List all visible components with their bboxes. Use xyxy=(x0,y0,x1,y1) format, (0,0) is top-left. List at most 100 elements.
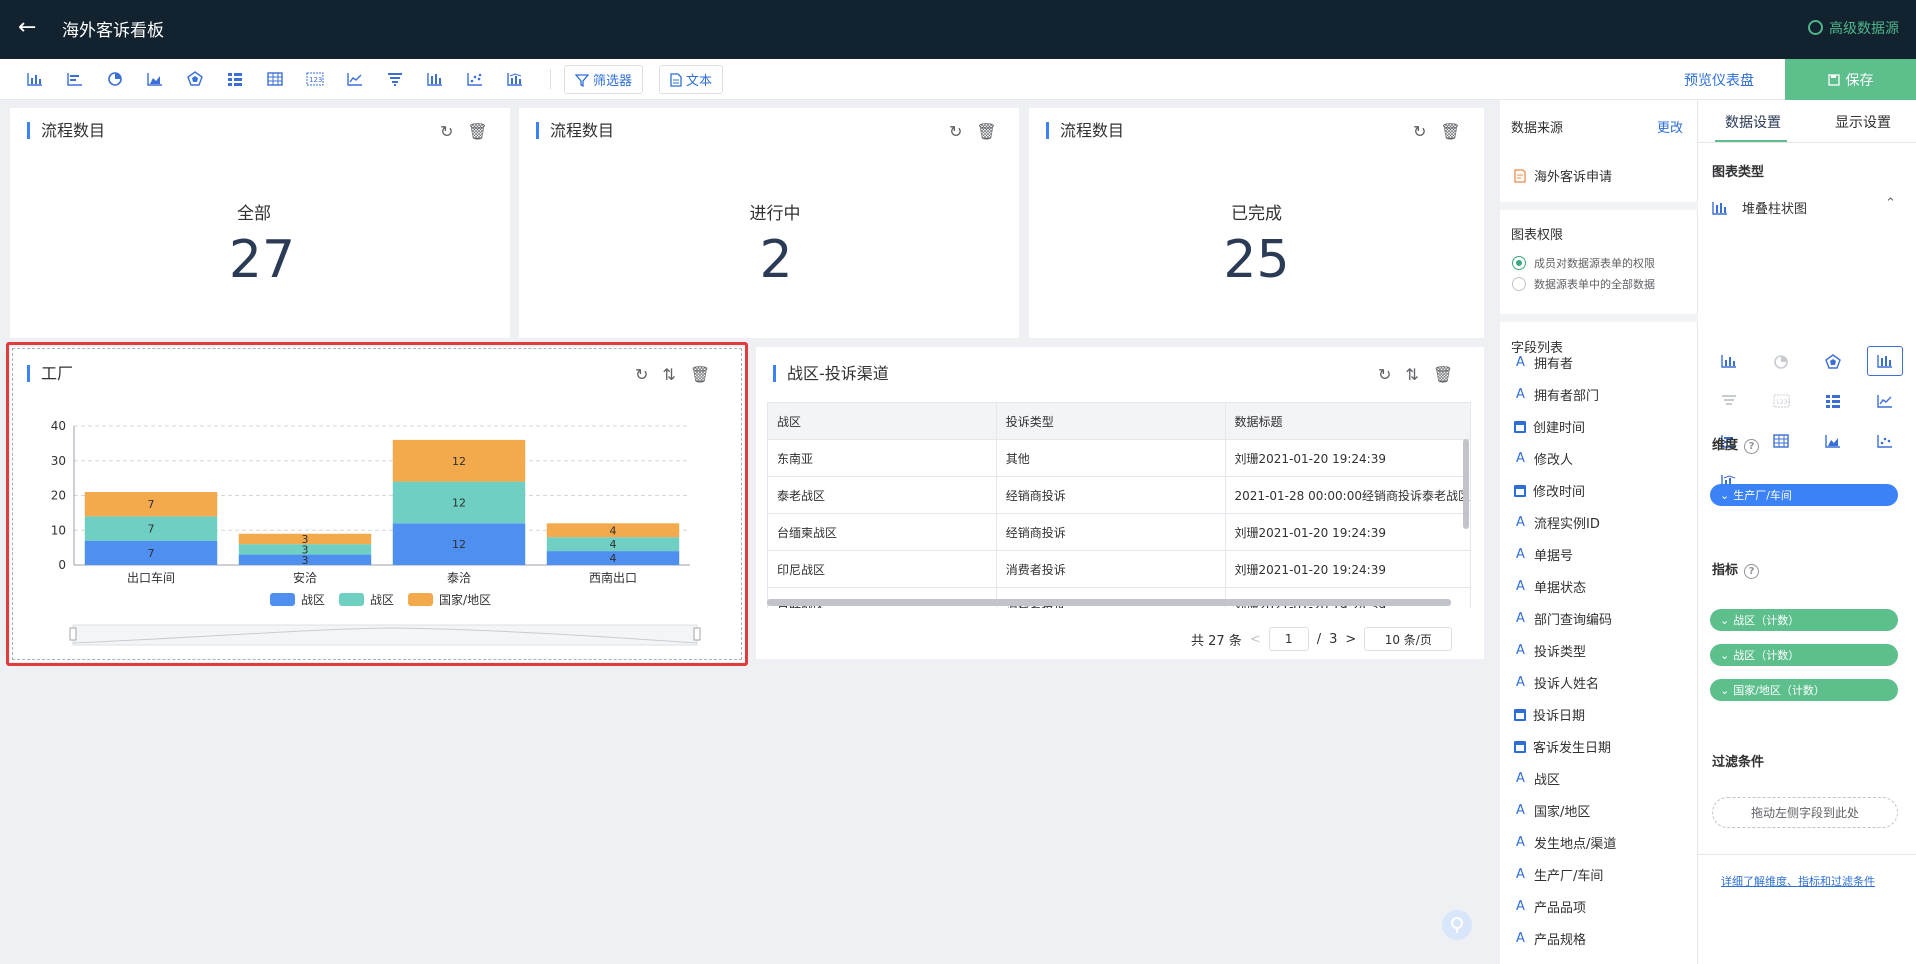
scatter-chart-icon[interactable] xyxy=(456,66,494,92)
refresh-icon[interactable]: ↻ xyxy=(949,122,962,141)
area-chart-icon[interactable] xyxy=(136,66,174,92)
field-item[interactable]: A 产品品项 xyxy=(1514,897,1586,916)
metric-pill[interactable]: ⌄ 战区（计数） xyxy=(1710,609,1898,631)
next-page-icon[interactable]: > xyxy=(1345,632,1356,647)
advanced-datasource-button[interactable]: 高级数据源 xyxy=(1808,18,1899,38)
chevron-down-icon[interactable]: ⌄ xyxy=(1720,649,1729,662)
combo-chart-icon[interactable] xyxy=(496,66,534,92)
chart-type-select[interactable]: 堆叠柱状图 xyxy=(1712,198,1807,217)
metric-pill[interactable]: ⌄ 战区（计数） xyxy=(1710,644,1898,666)
help-float-button[interactable] xyxy=(1442,910,1472,940)
change-datasource-link[interactable]: 更改 xyxy=(1657,117,1683,136)
stacked-bar-icon[interactable] xyxy=(1867,346,1903,376)
help-icon[interactable]: ? xyxy=(1744,564,1760,579)
field-item[interactable]: A 投诉类型 xyxy=(1514,641,1586,660)
chevron-up-icon[interactable]: ⌃ xyxy=(1885,196,1896,211)
pie-chart-icon[interactable] xyxy=(1763,346,1799,376)
datasource-title: 数据来源 xyxy=(1511,121,1564,136)
permission-option-member[interactable]: 成员对数据源表单的权限 xyxy=(1512,255,1655,271)
field-item[interactable]: A 拥有者 xyxy=(1514,353,1573,372)
chevron-down-icon[interactable]: ⌄ xyxy=(1720,684,1729,697)
field-item[interactable]: 客诉发生日期 xyxy=(1514,737,1611,756)
bar-chart-icon[interactable] xyxy=(16,66,54,92)
field-item[interactable]: A 国家/地区 xyxy=(1514,801,1590,820)
prev-page-icon[interactable]: < xyxy=(1250,632,1261,647)
list-chart-icon[interactable] xyxy=(1815,386,1851,416)
number-card-icon[interactable]: 1234 xyxy=(1763,386,1799,416)
text-field-icon: A xyxy=(1516,835,1525,850)
radar-chart-icon[interactable] xyxy=(1815,346,1851,376)
page-input[interactable]: 1 xyxy=(1268,627,1309,651)
field-item[interactable]: A 部门查询编码 xyxy=(1514,609,1612,628)
column-header[interactable]: 数据标题 xyxy=(1224,402,1471,440)
horizontal-scrollbar[interactable] xyxy=(767,599,1451,606)
help-link[interactable]: 详细了解维度、指标和过滤条件 xyxy=(1721,873,1875,889)
radar-chart-icon[interactable] xyxy=(176,66,214,92)
field-item[interactable]: A 修改人 xyxy=(1514,449,1573,468)
help-icon[interactable]: ? xyxy=(1744,439,1760,454)
save-button[interactable]: 保存 xyxy=(1785,59,1916,100)
table-icon[interactable] xyxy=(1763,426,1799,456)
date-field-icon xyxy=(1514,708,1526,721)
chevron-down-icon[interactable]: ⌄ xyxy=(1720,614,1729,627)
vertical-scrollbar[interactable] xyxy=(1463,439,1469,529)
text-button[interactable]: 文本 xyxy=(659,65,724,94)
horizontal-bar-icon[interactable] xyxy=(56,66,94,92)
preview-dashboard-link[interactable]: 预览仪表盘 xyxy=(1684,70,1754,90)
kpi-card-completed[interactable]: 流程数目 ↻ 🗑 已完成 25 xyxy=(1029,108,1484,338)
filter-button[interactable]: 筛选器 xyxy=(564,65,644,94)
table-row[interactable]: 台缅柬战区 经销商投诉 刘珊2021-01-20 19:24:39 xyxy=(767,513,1471,551)
trash-icon[interactable]: 🗑 xyxy=(1433,365,1453,384)
field-item[interactable]: A 生产厂/车间 xyxy=(1514,865,1603,884)
field-item[interactable]: 修改时间 xyxy=(1514,481,1585,500)
refresh-icon[interactable]: ↻ xyxy=(440,122,453,141)
bar-chart-icon[interactable] xyxy=(1711,346,1747,376)
dimension-pill[interactable]: ⌄ 生产厂/车间 xyxy=(1710,484,1898,506)
kpi-card-all[interactable]: 流程数目 ↻ 🗑 全部 27 xyxy=(10,108,510,338)
field-item[interactable]: A 产品规格 xyxy=(1514,929,1586,948)
kpi-card-in-progress[interactable]: 流程数目 ↻ 🗑 进行中 2 xyxy=(519,108,1019,338)
funnel-chart-icon[interactable] xyxy=(376,66,414,92)
field-item[interactable]: A 拥有者部门 xyxy=(1514,385,1599,404)
line-chart-icon[interactable] xyxy=(336,66,374,92)
tab-display-settings[interactable]: 显示设置 xyxy=(1835,112,1891,132)
field-item[interactable]: 创建时间 xyxy=(1514,417,1585,436)
table-card[interactable]: 战区-投诉渠道 ↻ ⇅ 🗑 战区 投诉类型 数据标题 东南亚 其他 刘珊2021-01-… xyxy=(756,347,1484,659)
trash-icon[interactable]: 🗑 xyxy=(976,122,996,141)
datasource-item[interactable]: 海外客诉申请 xyxy=(1514,166,1612,185)
funnel-chart-icon[interactable] xyxy=(1711,386,1747,416)
tab-data-settings[interactable]: 数据设置 xyxy=(1725,112,1781,132)
pie-chart-icon[interactable] xyxy=(96,66,134,92)
metric-pill-label: 国家/地区（计数） xyxy=(1733,684,1825,697)
table-icon[interactable] xyxy=(256,66,294,92)
field-item[interactable]: A 发生地点/渠道 xyxy=(1514,833,1616,852)
table-row[interactable]: 印尼战区 消费者投诉 刘珊2021-01-20 19:24:39 xyxy=(767,550,1471,588)
field-item[interactable]: A 单据状态 xyxy=(1514,577,1586,596)
stacked-bar-icon[interactable] xyxy=(416,66,454,92)
table-row[interactable]: 泰老战区 经销商投诉 2021-01-28 00:00:00经销商投诉泰老战区 xyxy=(767,476,1471,514)
trash-icon[interactable]: 🗑 xyxy=(1440,122,1460,141)
field-item[interactable]: A 投诉人姓名 xyxy=(1514,673,1599,692)
table-row[interactable]: 东南亚 其他 刘珊2021-01-20 19:24:39 xyxy=(767,439,1471,477)
column-header[interactable]: 战区 xyxy=(767,402,997,440)
field-item[interactable]: A 战区 xyxy=(1514,769,1560,788)
scatter-chart-icon[interactable] xyxy=(1867,426,1903,456)
refresh-icon[interactable]: ↻ xyxy=(1413,122,1426,141)
trash-icon[interactable]: 🗑 xyxy=(467,122,487,141)
list-chart-icon[interactable] xyxy=(216,66,254,92)
filter-drop-zone[interactable]: 拖动左侧字段到此处 xyxy=(1712,797,1898,828)
sort-icon[interactable]: ⇅ xyxy=(1405,365,1418,384)
column-header[interactable]: 投诉类型 xyxy=(995,402,1226,440)
page-size-select[interactable]: 10 条/页 xyxy=(1364,627,1453,651)
field-item[interactable]: A 流程实例ID xyxy=(1514,513,1600,532)
metric-pill[interactable]: ⌄ 国家/地区（计数） xyxy=(1710,679,1898,701)
refresh-icon[interactable]: ↻ xyxy=(1378,365,1391,384)
back-arrow-icon[interactable]: ← xyxy=(18,14,36,42)
area-chart-icon[interactable] xyxy=(1815,426,1851,456)
number-card-icon[interactable]: 123 xyxy=(296,66,334,92)
permission-option-all[interactable]: 数据源表单中的全部数据 xyxy=(1512,276,1655,292)
chevron-down-icon[interactable]: ⌄ xyxy=(1720,489,1729,502)
field-item[interactable]: A 单据号 xyxy=(1514,545,1573,564)
field-item[interactable]: 投诉日期 xyxy=(1514,705,1585,724)
line-chart-icon[interactable] xyxy=(1867,386,1903,416)
